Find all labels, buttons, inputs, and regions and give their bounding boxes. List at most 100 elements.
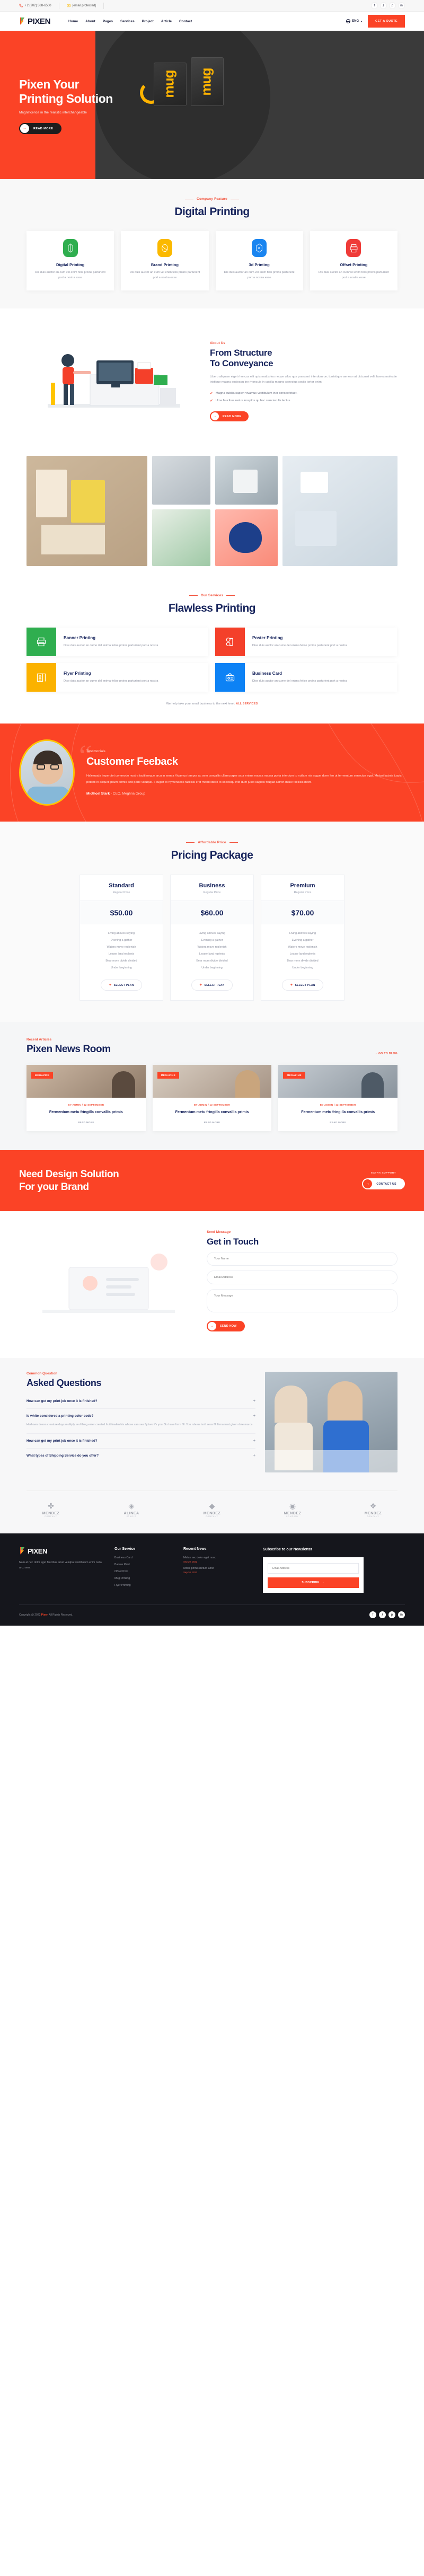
feature-card[interactable]: Brand Printing Dis duis auctor an cum ve… — [121, 231, 209, 290]
send-now-button[interactable]: → SEND NOW — [207, 1321, 245, 1332]
gallery-item[interactable] — [282, 455, 398, 566]
twitter-icon[interactable]: ƒ — [379, 1611, 386, 1619]
plan-feature: Evening a gather — [201, 939, 223, 942]
copyright-rest: All Rights Reserved. — [48, 1613, 73, 1617]
footer-news-item[interactable]: Metus nec dolor eget nunc Sep 20, 2022 — [183, 1556, 252, 1563]
news-read-more[interactable]: READ MORE — [284, 1121, 392, 1124]
news-card[interactable]: MEGAZINE BY ADMIN / 12 SEPTEMBER Ferment… — [152, 1065, 272, 1131]
service-card[interactable]: Business Card Dise duis auctor an cume d… — [215, 663, 397, 692]
facebook-icon[interactable]: f — [371, 2, 378, 9]
brand-logo[interactable]: ◉ MENDEZ COMPANY — [268, 1502, 317, 1518]
feature-card[interactable]: 3d Printing Dis duis auctor an cum vel e… — [215, 231, 303, 290]
news-card[interactable]: MEGAZINE BY ADMIN / 12 SEPTEMBER Ferment… — [278, 1065, 398, 1131]
pinterest-icon[interactable]: p — [389, 2, 396, 9]
globe-icon — [346, 19, 351, 23]
feature-card[interactable]: Digital Printing Dis duis auctor an cum … — [26, 231, 114, 290]
faq-image — [265, 1372, 398, 1473]
features-grid: Digital Printing Dis duis auctor an cum … — [26, 231, 398, 290]
footer-service-item[interactable]: Offset Print — [114, 1570, 173, 1573]
features-title: Digital Printing — [174, 206, 250, 218]
brand-name: MENDEZ — [364, 1512, 382, 1516]
faq-item[interactable]: How can get my print job once it is fini… — [26, 1394, 255, 1409]
footer-service-item[interactable]: Mug Printing — [114, 1577, 173, 1580]
circle-icon: ◉ — [289, 1502, 296, 1511]
linkedin-icon[interactable]: in — [398, 1611, 405, 1619]
select-plan-button[interactable]: ✦ SELECT PLAN — [101, 980, 142, 991]
pinterest-icon[interactable]: p — [388, 1611, 395, 1619]
service-card[interactable]: Poster Printing Dise duis auctor an cume… — [215, 627, 397, 656]
pricing-title: Pricing Package — [171, 849, 253, 862]
about-read-more-button[interactable]: → READ MORE — [210, 411, 249, 422]
faq-item[interactable]: What types of Shipping Service do you of… — [26, 1449, 255, 1463]
newsletter-email-input[interactable] — [268, 1563, 359, 1574]
nav-item-pages[interactable]: Pages — [103, 20, 113, 23]
faq-question[interactable]: Is white considered a printing color cod… — [26, 1414, 255, 1418]
gallery-item[interactable] — [215, 509, 278, 566]
language-selector[interactable]: ENG ▼ — [346, 19, 363, 23]
news-read-more[interactable]: READ MORE — [32, 1121, 140, 1124]
select-plan-button[interactable]: ✦ SELECT PLAN — [191, 980, 233, 991]
faq-question-text: How can get my print job once it is fini… — [26, 1439, 98, 1443]
faq-question[interactable]: What types of Shipping Service do you of… — [26, 1454, 255, 1458]
hero-read-more-button[interactable]: → READ MORE — [19, 123, 62, 135]
news-read-more[interactable]: READ MORE — [158, 1121, 267, 1124]
footer-service-item[interactable]: Flyer Printing — [114, 1584, 173, 1587]
contact-us-button[interactable]: → CONTACT US — [362, 1178, 405, 1189]
nav-item-services[interactable]: Services — [120, 20, 135, 23]
topbar-email[interactable]: [email protected] — [66, 2, 104, 9]
hero-section: mug mug Pixen Your Printing Solution Mag… — [0, 31, 424, 179]
service-card[interactable]: Flyer Printing Dise duis auctor an cume … — [26, 663, 208, 692]
get-a-quote-button[interactable]: GET A QUOTE — [368, 15, 405, 28]
feature-card[interactable]: Offset Printing Dis duis auctor an cum v… — [310, 231, 398, 290]
nav-item-about[interactable]: About — [85, 20, 95, 23]
gallery-item[interactable] — [215, 455, 278, 505]
brand-logo[interactable]: ◈ ALINEA STUDIO — [107, 1502, 156, 1518]
brand-logo[interactable]: ❖ MENDEZ COMPANY — [349, 1502, 398, 1518]
footer-news-item[interactable]: Mollis primis dictum amet Sep 20, 2022 — [183, 1567, 252, 1574]
pricing-card[interactable]: Standard Regular Price $50.00 Living abo… — [80, 875, 163, 1001]
faq-item[interactable]: How can get my print job once it is fini… — [26, 1434, 255, 1449]
service-card[interactable]: Banner Printing Dise duis auctor an cume… — [26, 627, 208, 656]
go-to-blog-link[interactable]: → GO TO BLOG — [375, 1052, 398, 1055]
footer-service-item[interactable]: Business Card — [114, 1556, 173, 1559]
footer-logo[interactable]: PIXEN — [19, 1547, 104, 1555]
all-services-link[interactable]: ALL SERVICES — [236, 702, 258, 705]
faq-question[interactable]: How can get my print job once it is fini… — [26, 1399, 255, 1403]
name-input[interactable] — [207, 1252, 398, 1266]
spark-icon: ✦ — [199, 984, 202, 987]
nav-item-project[interactable]: Project — [142, 20, 154, 23]
plan-feature: Bear morn divide divided — [196, 959, 228, 963]
nav-item-home[interactable]: Home — [68, 20, 78, 23]
topbar-phone[interactable]: +2 (202) 588-6500 — [19, 2, 59, 9]
message-input[interactable] — [207, 1289, 398, 1313]
brand-logo[interactable]: ◆ MENDEZ COMPANY — [188, 1502, 236, 1518]
nav-item-contact[interactable]: Contact — [179, 20, 192, 23]
subscribe-button[interactable]: SUBSCRIBE → — [268, 1577, 359, 1589]
hero-title-line2: Printing Solution — [19, 92, 113, 106]
plan-feature: Evening a gather — [110, 939, 132, 942]
faq-question-text: How can get my print job once it is fini… — [26, 1399, 98, 1404]
pricing-head: Standard Regular Price — [80, 875, 163, 902]
logo[interactable]: PIXEN — [19, 17, 50, 26]
service-title: Business Card — [252, 671, 282, 676]
email-input[interactable] — [207, 1271, 398, 1285]
gallery-item[interactable] — [26, 455, 147, 566]
linkedin-icon[interactable]: in — [398, 2, 405, 9]
news-meta: BY ADMIN / 12 SEPTEMBER — [320, 1104, 356, 1107]
gallery-item[interactable] — [152, 509, 210, 566]
news-card[interactable]: MEGAZINE BY ADMIN / 12 SEPTEMBER Ferment… — [26, 1065, 146, 1131]
gallery-item[interactable] — [152, 455, 210, 505]
pricing-card[interactable]: Business Regular Price $60.00 Living abo… — [170, 875, 254, 1001]
twitter-icon[interactable]: ƒ — [380, 2, 387, 9]
brand-logo[interactable]: ✤ MENDEZ COMPANY — [26, 1502, 75, 1518]
brands-row: ✤ MENDEZ COMPANY ◈ ALINEA STUDIO ◆ MENDE… — [26, 1490, 398, 1530]
hero-button-label: READ MORE — [33, 127, 54, 130]
faq-question[interactable]: How can get my print job once it is fini… — [26, 1439, 255, 1443]
nav-item-article[interactable]: Article — [161, 20, 172, 23]
footer-services-title: Our Service — [114, 1547, 136, 1551]
footer-service-item[interactable]: Banner Print — [114, 1563, 173, 1566]
faq-item[interactable]: Is white considered a printing color cod… — [26, 1409, 255, 1434]
select-plan-button[interactable]: ✦ SELECT PLAN — [282, 980, 323, 991]
pricing-card[interactable]: Premium Regular Price $70.00 Living abov… — [261, 875, 344, 1001]
facebook-icon[interactable]: f — [369, 1611, 376, 1619]
